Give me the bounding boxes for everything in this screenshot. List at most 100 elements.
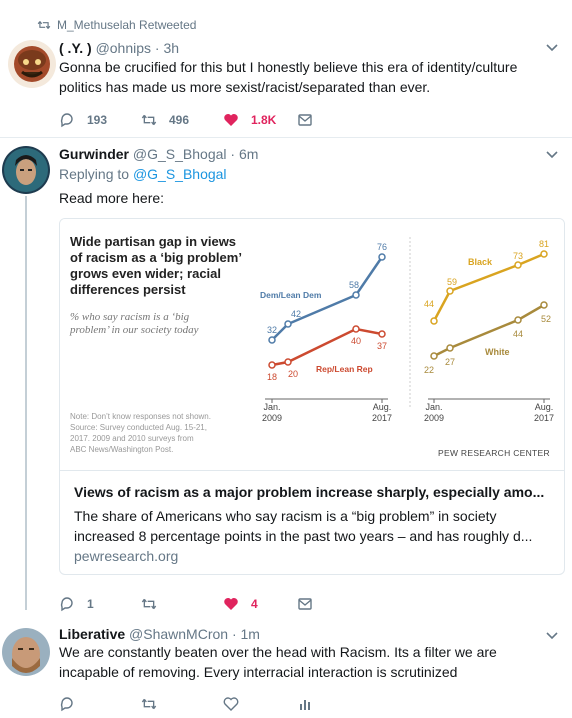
label-white-44: 44 — [513, 329, 523, 339]
user-handle[interactable]: @ohnips — [96, 40, 151, 56]
direct-message-button[interactable] — [297, 112, 377, 128]
like-button[interactable]: 1.8K — [223, 112, 303, 128]
point-black-3 — [514, 261, 522, 269]
label-white-27: 27 — [445, 357, 455, 367]
display-name[interactable]: Liberative — [59, 626, 125, 642]
analytics-button[interactable] — [297, 696, 377, 712]
chart-title-line-3: grows even wider; racial — [70, 266, 221, 281]
point-dem-3 — [352, 291, 360, 299]
point-white-1 — [430, 352, 438, 360]
retweet-button[interactable] — [141, 596, 221, 612]
envelope-icon — [298, 114, 312, 126]
replying-to: Replying to @G_S_Bhogal — [59, 166, 227, 182]
like-button[interactable] — [223, 696, 303, 712]
tweet-header: Liberative @ShawnMCron · 1m — [59, 626, 260, 642]
card-title[interactable]: Views of racism as a major problem incre… — [74, 484, 554, 500]
replying-to-label: Replying to — [59, 166, 130, 182]
tweet-actions — [59, 694, 377, 714]
label-black-73: 73 — [513, 251, 523, 261]
retweet-icon — [141, 698, 157, 710]
reply-count: 1 — [87, 597, 94, 611]
label-dem-32: 32 — [267, 325, 277, 335]
display-name[interactable]: Gurwinder — [59, 146, 129, 162]
point-rep-1 — [268, 361, 276, 369]
replying-to-handle[interactable]: @G_S_Bhogal — [133, 166, 227, 182]
label-white-22: 22 — [424, 365, 434, 375]
x-tick-label-aug-right: Aug. — [535, 402, 554, 412]
point-rep-2 — [284, 358, 292, 366]
label-dem-42: 42 — [291, 309, 301, 319]
user-handle[interactable]: @G_S_Bhogal — [133, 146, 227, 162]
avatar[interactable] — [2, 628, 50, 676]
x-tick-label-2017-right: 2017 — [534, 413, 554, 423]
chevron-down-icon[interactable] — [546, 44, 558, 52]
reply-button[interactable]: 193 — [59, 112, 139, 128]
timestamp[interactable]: 1m — [241, 626, 260, 642]
heart-icon — [224, 114, 238, 126]
point-white-4 — [540, 301, 548, 309]
x-tick-label-2017: 2017 — [372, 413, 392, 423]
label-rep-37: 37 — [377, 341, 387, 351]
tweet-ohnips[interactable]: M_Methuselah Retweeted ( .Y. ) @ohnips ·… — [0, 0, 572, 138]
label-black-44: 44 — [424, 299, 434, 309]
separator: · — [231, 626, 237, 642]
label-black-81: 81 — [539, 239, 549, 249]
chart-note-line-4: ABC News/Washington Post. — [70, 445, 173, 454]
x-tick-label-jan: Jan. — [263, 402, 280, 412]
chart-title-line-2: of racism as a ‘big problem’ — [70, 250, 242, 265]
chart-note-line-2: Source: Survey conducted Aug. 15-21, — [70, 423, 207, 432]
avatar[interactable] — [2, 146, 50, 194]
chart-note-line-3: 2017. 2009 and 2010 surveys from — [70, 434, 194, 443]
tweet-text: Read more here: — [59, 190, 165, 206]
display-name[interactable]: ( .Y. ) — [59, 40, 92, 56]
tweet-text: Gonna be crucified for this but I honest… — [59, 59, 518, 95]
x-tick-label-jan-right: Jan. — [425, 402, 442, 412]
chart-title-line-4: differences persist — [70, 282, 186, 297]
label-dem-58: 58 — [349, 280, 359, 290]
x-tick-label-2009: 2009 — [262, 413, 282, 423]
x-tick-label-2009-right: 2009 — [424, 413, 444, 423]
point-rep-3 — [352, 325, 360, 333]
label-black-59: 59 — [447, 277, 457, 287]
reply-button[interactable] — [59, 696, 139, 712]
point-rep-4 — [378, 330, 386, 338]
chart-note-line-1: Note: Don’t know responses not shown. — [70, 412, 211, 421]
point-black-2 — [446, 287, 454, 295]
retweet-button[interactable]: 496 — [141, 112, 221, 128]
like-count: 4 — [251, 597, 258, 611]
heart-outline-icon — [223, 697, 239, 711]
separator: · — [154, 40, 160, 56]
link-card[interactable]: Wide partisan gap in views of racism as … — [59, 218, 565, 575]
tweet-actions: 193 496 1.8K — [59, 110, 377, 130]
card-image: Wide partisan gap in views of racism as … — [60, 219, 564, 471]
chart-title-line-1: Wide partisan gap in views — [70, 234, 236, 249]
point-black-1 — [430, 317, 438, 325]
reply-count: 193 — [87, 113, 108, 127]
retweet-button[interactable] — [141, 696, 221, 712]
timestamp[interactable]: 3h — [163, 40, 179, 56]
x-tick-label-aug: Aug. — [373, 402, 392, 412]
label-dem-76: 76 — [377, 242, 387, 252]
user-handle[interactable]: @ShawnMCron — [129, 626, 228, 642]
chevron-down-icon[interactable] — [546, 151, 558, 159]
legend-dem: Dem/Lean Dem — [260, 290, 322, 300]
tweet-liberative[interactable]: Liberative @ShawnMCron · 1m We are const… — [0, 620, 572, 718]
tweet-header: Gurwinder @G_S_Bhogal · 6m — [59, 146, 258, 162]
card-domain: pewresearch.org — [74, 548, 179, 564]
label-rep-18: 18 — [267, 372, 277, 382]
point-black-4 — [540, 250, 548, 258]
reply-button[interactable]: 1 — [59, 596, 139, 612]
card-description: The share of Americans who say racism is… — [74, 508, 533, 544]
separator: · — [230, 146, 236, 162]
direct-message-button[interactable] — [297, 596, 377, 612]
point-white-3 — [514, 316, 522, 324]
label-white-52: 52 — [541, 314, 551, 324]
like-button[interactable]: 4 — [223, 596, 303, 612]
point-white-2 — [446, 344, 454, 352]
chevron-down-icon[interactable] — [546, 632, 558, 640]
timestamp[interactable]: 6m — [239, 146, 258, 162]
tweet-actions: 1 4 — [59, 594, 377, 614]
like-count: 1.8K — [251, 113, 277, 127]
label-rep-20: 20 — [288, 369, 298, 379]
avatar[interactable] — [8, 40, 56, 88]
